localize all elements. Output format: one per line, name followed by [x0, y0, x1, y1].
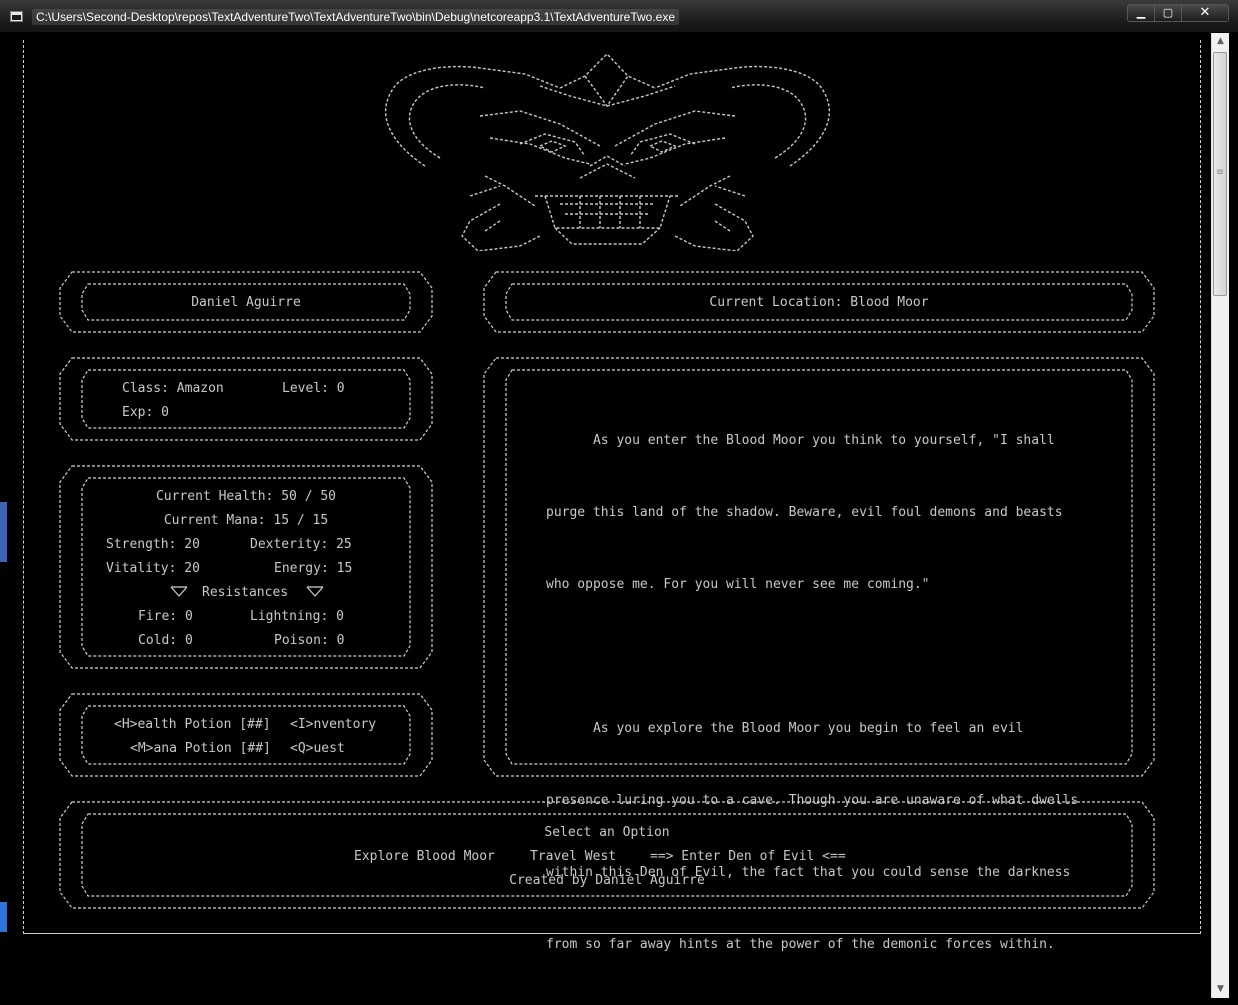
exp-label: Exp: 0 — [122, 405, 169, 420]
strength-stat: Strength: 20 — [106, 537, 200, 552]
cold-resistance: Cold: 0 — [138, 633, 193, 648]
current-mana: Current Mana: 15 / 15 — [163, 513, 329, 528]
credit-text: Created by Daniel Aguirre — [509, 873, 705, 888]
lightning-resistance: Lightning: 0 — [250, 609, 344, 624]
panel-border — [59, 693, 433, 777]
menu-option-explore[interactable]: Explore Blood Moor — [354, 849, 495, 864]
maximize-button[interactable]: ▢ — [1154, 4, 1182, 22]
current-health: Current Health: 50 / 50 — [155, 489, 336, 504]
poison-resistance: Poison: 0 — [274, 633, 345, 648]
story-line: from so far away hints at the power of t… — [546, 937, 1055, 952]
scroll-down-arrow-icon[interactable]: ▼ — [1212, 981, 1229, 998]
panel-border — [59, 357, 433, 441]
story-line: As you enter the Blood Moor you think to… — [546, 433, 1055, 448]
menu-prompt: Select an Option — [544, 825, 670, 840]
player-name-panel: Daniel Aguirre — [58, 270, 434, 334]
level-label: Level: 0 — [282, 381, 345, 396]
window-title-bar[interactable]: C:\Users\Second-Desktop\repos\TextAdvent… — [0, 0, 1238, 33]
class-label: Class: Amazon — [122, 381, 224, 396]
dexterity-stat: Dexterity: 25 — [250, 537, 352, 552]
player-name: Daniel Aguirre — [191, 295, 301, 310]
stats-panel: Current Health: 50 / 50 Current Mana: 15… — [58, 464, 434, 670]
demon-skull-ascii-art — [384, 52, 831, 251]
minimize-icon: ▁ — [1136, 6, 1146, 19]
story-line: who oppose me. For you will never see me… — [546, 577, 930, 592]
story-line — [546, 645, 1078, 669]
story-panel: As you enter the Blood Moor you think to… — [482, 356, 1156, 952]
minimize-button[interactable]: ▁ — [1127, 4, 1155, 22]
menu-option-travel-west[interactable]: Travel West — [530, 849, 616, 864]
chevron-down-icon — [170, 586, 188, 597]
vertical-scrollbar[interactable]: ▲ ▼ — [1211, 33, 1229, 998]
location-panel: Current Location: Blood Moor — [482, 270, 1156, 334]
maximize-icon: ▢ — [1162, 6, 1174, 19]
close-icon: ✕ — [1199, 5, 1211, 20]
inventory-action[interactable]: <I>nventory — [290, 717, 376, 732]
console-app-icon[interactable] — [10, 11, 23, 22]
quest-action[interactable]: <Q>uest — [290, 741, 345, 756]
menu-panel: Select an Option Explore Blood Moor Trav… — [58, 800, 1156, 910]
fire-resistance: Fire: 0 — [138, 609, 193, 624]
actions-panel: <H>ealth Potion [##] <I>nventory <M>ana … — [58, 692, 434, 778]
chevron-down-icon — [306, 586, 324, 597]
health-potion-action[interactable]: <H>ealth Potion [##] — [114, 717, 271, 732]
mana-potion-action[interactable]: <M>ana Potion [##] — [130, 741, 271, 756]
vitality-stat: Vitality: 20 — [106, 561, 200, 576]
story-line: purge this land of the shadow. Beware, e… — [546, 505, 1063, 520]
scroll-up-arrow-icon[interactable]: ▲ — [1212, 33, 1229, 50]
close-button[interactable]: ✕ — [1181, 4, 1229, 22]
current-location: Current Location: Blood Moor — [709, 295, 929, 310]
class-panel: Class: Amazon Level: 0 Exp: 0 — [58, 356, 434, 442]
energy-stat: Energy: 15 — [274, 561, 353, 576]
story-line: As you explore the Blood Moor you begin … — [546, 721, 1024, 736]
window-title: C:\Users\Second-Desktop\repos\TextAdvent… — [32, 9, 680, 25]
story-text: As you enter the Blood Moor you think to… — [546, 381, 1078, 1005]
menu-option-enter-den[interactable]: ==> Enter Den of Evil <== — [650, 849, 846, 864]
scrollbar-thumb[interactable] — [1213, 52, 1227, 296]
resistances-label: Resistances — [202, 585, 289, 600]
